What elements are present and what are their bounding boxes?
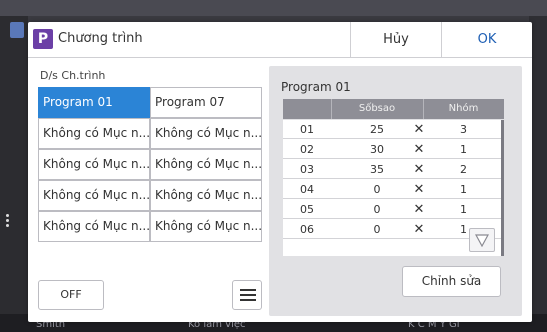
- row-number: 02: [300, 143, 314, 156]
- dialog-titlebar: P Chương trình Hủy OK: [28, 22, 532, 58]
- program-detail-title: Program 01: [281, 80, 351, 94]
- scroll-down-arrow-icon[interactable]: [469, 228, 495, 252]
- table-header: Sốbsao Nhóm: [283, 99, 504, 119]
- background-tab: [10, 22, 24, 38]
- program-item[interactable]: Program 01: [38, 87, 150, 118]
- program-item[interactable]: Không có Mục n...: [150, 118, 262, 149]
- edit-button[interactable]: Chỉnh sửa: [402, 266, 501, 297]
- table-row[interactable]: 02 30 ✕ 1: [283, 140, 504, 159]
- background-top-bar: [0, 0, 547, 16]
- row-groups: 1: [460, 203, 467, 216]
- program-list-label: D/s Ch.trình: [40, 69, 106, 82]
- program-detail-panel: Program 01 Sốbsao Nhóm 01 25 ✕ 3 02 30 ✕ 1 03 35 ✕…: [269, 66, 522, 316]
- column-header-number: [283, 99, 331, 119]
- row-groups: 1: [460, 143, 467, 156]
- hamburger-menu-icon[interactable]: [232, 280, 262, 310]
- table-row[interactable]: 04 0 ✕ 1: [283, 180, 504, 199]
- program-item[interactable]: Không có Mục n...: [150, 180, 262, 211]
- program-item[interactable]: Program 07: [150, 87, 262, 118]
- column-header-copies: Sốbsao: [358, 103, 396, 114]
- program-item[interactable]: Không có Mục n...: [38, 118, 150, 149]
- program-item[interactable]: Không có Mục n...: [150, 211, 262, 242]
- row-number: 05: [300, 203, 314, 216]
- row-number: 03: [300, 163, 314, 176]
- row-number: 06: [300, 223, 314, 236]
- program-dialog: P Chương trình Hủy OK D/s Ch.trình Progr…: [28, 22, 532, 322]
- ok-button[interactable]: OK: [441, 22, 532, 58]
- off-button[interactable]: OFF: [38, 280, 104, 310]
- table-row[interactable]: 03 35 ✕ 2: [283, 160, 504, 179]
- row-groups: 2: [460, 163, 467, 176]
- dialog-title: Chương trình: [58, 31, 143, 46]
- row-groups: 1: [460, 183, 467, 196]
- cancel-button[interactable]: Hủy: [350, 22, 441, 58]
- background-dots-icon: [6, 212, 12, 232]
- row-number: 04: [300, 183, 314, 196]
- program-item[interactable]: Không có Mục n...: [38, 180, 150, 211]
- program-item[interactable]: Không có Mục n...: [38, 149, 150, 180]
- program-item[interactable]: Không có Mục n...: [150, 149, 262, 180]
- program-item[interactable]: Không có Mục n...: [38, 211, 150, 242]
- table-row[interactable]: 01 25 ✕ 3: [283, 120, 504, 139]
- column-header-groups: Nhóm: [448, 103, 479, 114]
- table-scrollbar[interactable]: [501, 120, 504, 256]
- background-left-strip: [0, 16, 28, 316]
- program-app-icon: P: [33, 29, 53, 49]
- table-row[interactable]: 05 0 ✕ 1: [283, 200, 504, 219]
- row-groups: 3: [460, 123, 467, 136]
- row-number: 01: [300, 123, 314, 136]
